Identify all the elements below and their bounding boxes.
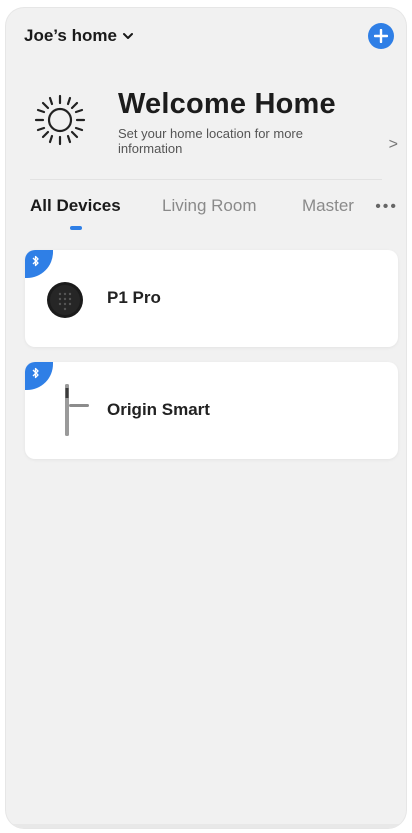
- bottom-edge: [6, 824, 406, 828]
- tab-all-devices[interactable]: All Devices: [30, 196, 121, 216]
- home-name-label: Joe’s home: [24, 26, 117, 45]
- tab-master[interactable]: Master: [302, 196, 354, 216]
- room-tabs: All Devices Living Room Master •••: [6, 196, 406, 236]
- tab-living-room[interactable]: Living Room: [162, 196, 257, 216]
- app-screen: Joe’s home Welcome Home Set your home lo…: [6, 8, 406, 828]
- device-name: P1 Pro: [107, 288, 161, 307]
- welcome-title: Welcome Home: [118, 88, 336, 120]
- chevron-right-icon[interactable]: >: [389, 136, 398, 154]
- home-selector[interactable]: Joe’s home: [24, 26, 135, 46]
- bluetooth-icon: [32, 367, 39, 379]
- bluetooth-badge: [25, 362, 53, 390]
- chevron-down-icon: [122, 33, 133, 39]
- welcome-banner[interactable]: Welcome Home Set your home location for …: [6, 80, 406, 180]
- device-name: Origin Smart: [107, 400, 210, 419]
- device-card-p1-pro[interactable]: P1 Pro: [25, 250, 398, 347]
- welcome-subtitle: Set your home location for more informat…: [118, 126, 303, 156]
- bluetooth-badge: [25, 250, 53, 278]
- handle-lock-icon: [65, 384, 89, 436]
- plus-icon: [374, 29, 388, 43]
- add-device-button[interactable]: [368, 23, 394, 49]
- keypad-lock-icon: [47, 282, 83, 318]
- header: Joe’s home: [6, 8, 406, 64]
- active-tab-indicator: [70, 226, 82, 230]
- sun-icon: [34, 94, 86, 146]
- divider: [30, 179, 382, 180]
- more-tabs-button[interactable]: •••: [375, 198, 398, 216]
- device-card-origin-smart[interactable]: Origin Smart: [25, 362, 398, 459]
- bluetooth-icon: [32, 255, 39, 267]
